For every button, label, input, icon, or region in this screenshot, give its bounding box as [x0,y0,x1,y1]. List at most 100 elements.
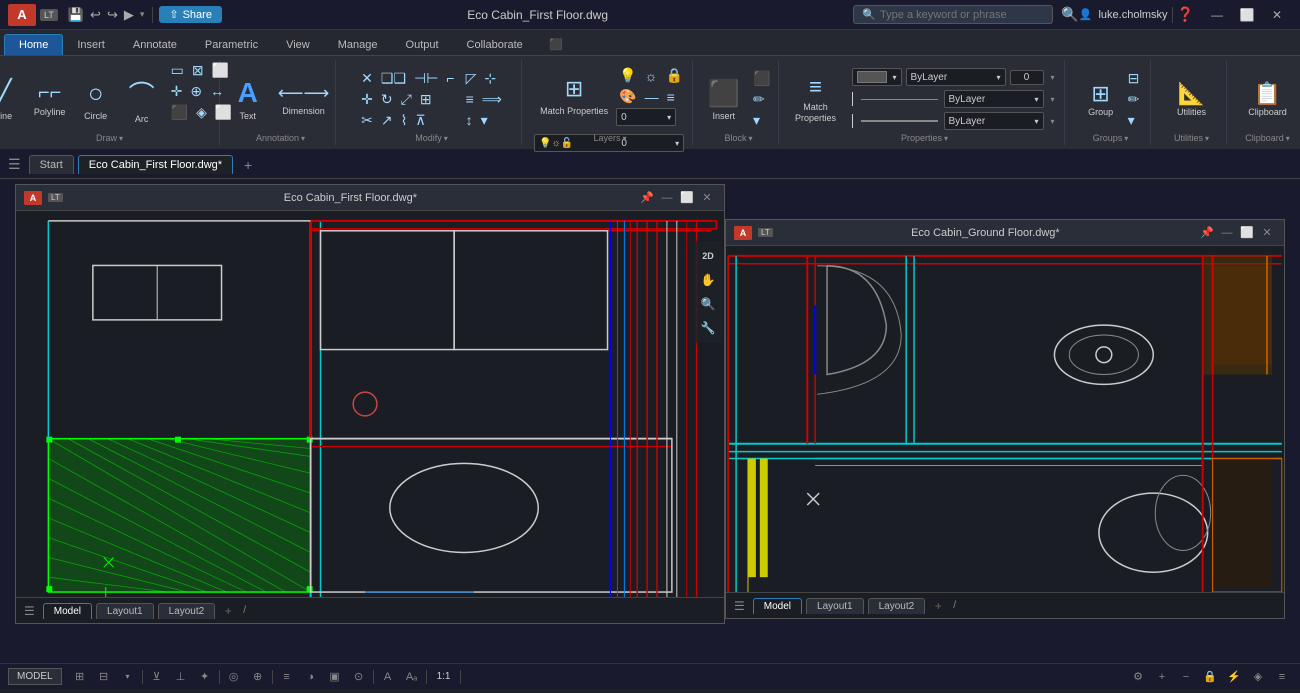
first-floor-restore-button[interactable]: ⬜ [678,189,696,207]
layers-label-btn[interactable]: Layers [593,133,626,143]
modify-9[interactable]: ✂ [358,111,376,130]
annotation-scale-icon[interactable]: A [378,668,398,686]
ground-floor-layout2-tab[interactable]: Layout2 [868,598,926,614]
modify-16[interactable]: ⟹ [479,90,505,109]
region-tool[interactable]: ◈ [193,103,210,122]
match-properties-tool[interactable]: ≡ Match Properties [788,62,844,136]
block-group-label[interactable]: Block [724,133,752,143]
color-select[interactable]: ▾ [852,68,902,86]
modify-3[interactable]: ⊣⊢ [411,69,441,88]
search-expand-icon[interactable]: 🔍 [1061,6,1078,23]
first-floor-canvas[interactable]: 2D ✋ 🔍 🔧 [16,211,724,597]
qa-dropdown[interactable]: ▾ [138,8,147,21]
modify-5[interactable]: ✛ [358,90,376,109]
layer-linetype[interactable]: — [642,88,662,106]
share-button[interactable]: ⇧ Share [159,6,222,23]
bylayer-color-select[interactable]: ByLayer ▾ [906,68,1006,86]
tab-extra[interactable]: ⬛ [541,33,571,55]
modify-2[interactable]: ❑❑ [378,69,409,88]
boundary-tool[interactable]: ⬛ [168,103,191,122]
zoom-out-icon[interactable]: − [1176,668,1196,686]
modify-7[interactable]: ⤢ [398,90,415,109]
ground-floor-layout1-tab[interactable]: Layout1 [806,598,864,614]
modify-dropdown[interactable]: ▾ [478,111,491,130]
circle-tool[interactable]: ○ Circle [74,62,118,136]
properties-label-btn[interactable]: Properties [901,133,948,143]
first-floor-close-button[interactable]: ✕ [698,189,716,207]
modify-17[interactable]: ↕ [463,111,476,129]
tab-manage[interactable]: Manage [324,35,392,55]
create-block[interactable]: ⬛ [750,69,775,88]
group-edit[interactable]: ✏ [1125,90,1143,109]
copy-tool[interactable]: ⊕ [187,82,205,101]
layer-properties-tool[interactable]: ⊞ Match Properties [534,62,614,130]
move-tool[interactable]: ✛ [168,82,186,101]
modify-6[interactable]: ↻ [378,90,396,109]
first-floor-layout1-tab[interactable]: Layout1 [96,603,154,619]
layer-on-off[interactable]: 💡 [616,66,639,85]
utilities-label-btn[interactable]: Utilities [1174,133,1209,143]
close-button[interactable]: ✕ [1262,4,1292,26]
block-more[interactable]: ▾ [750,111,775,130]
rectangle-tool[interactable]: ▭ [168,61,187,80]
bylayer-lineweight-select[interactable]: ByLayer ▾ [944,112,1044,130]
nav-menu-button[interactable]: ☰ [8,156,21,173]
layer-freeze[interactable]: ☼ [642,67,661,85]
dimension-tool[interactable]: ⟵⟶ Dimension [272,62,336,136]
grid-dropdown[interactable]: ▾ [118,668,138,686]
utilities-group-label[interactable]: Utilities [1174,133,1209,143]
modify-15[interactable]: ≡ [463,90,477,108]
save-button[interactable]: 💾 [66,6,86,24]
isolate-icon[interactable]: ◈ [1248,668,1268,686]
ground-floor-close-button[interactable]: ✕ [1258,224,1276,242]
grid-icon-1[interactable]: ⊞ [70,668,90,686]
first-floor-pin-button[interactable]: 📌 [638,189,656,207]
modify-11[interactable]: ⌇ [398,111,411,130]
model-indicator[interactable]: MODEL [8,668,62,685]
ground-floor-tab-menu[interactable]: ☰ [734,599,745,613]
text-tool[interactable]: A Text [226,62,270,136]
modify-10[interactable]: ↗ [378,111,396,130]
clipboard-label-btn[interactable]: Clipboard [1245,133,1290,143]
ortho-icon[interactable]: ⊥ [171,668,191,686]
layer-number-select[interactable]: 0 ▾ [616,108,676,126]
group-tool[interactable]: ⊞ Group [1079,62,1123,136]
first-floor-minimize-button[interactable]: — [658,189,676,207]
tab-start[interactable]: Start [29,155,74,174]
tab-parametric[interactable]: Parametric [191,35,272,55]
lock-ui-icon[interactable]: 🔒 [1200,668,1220,686]
line-tool[interactable]: ╱ Line [0,62,26,136]
first-floor-layout2-tab[interactable]: Layout2 [158,603,216,619]
ground-floor-pin-button[interactable]: 📌 [1198,224,1216,242]
ground-floor-minimize-button[interactable]: — [1218,224,1236,242]
props-panel-icon[interactable]: ≡ [1272,668,1292,686]
otrack-icon[interactable]: ⊕ [248,668,268,686]
undo-button[interactable]: ↩ [88,6,103,24]
modify-8[interactable]: ⊞ [417,90,435,109]
restore-button[interactable]: ⬜ [1232,4,1262,26]
modify-1[interactable]: ✕ [358,69,376,88]
nav-tools-btn[interactable]: 🔧 [697,317,719,339]
first-floor-model-tab[interactable]: Model [43,603,92,619]
tab-collaborate[interactable]: Collaborate [453,35,537,55]
tab-output[interactable]: Output [392,35,453,55]
clipboard-tool[interactable]: 📋 Clipboard [1242,62,1293,136]
annotation-label-btn[interactable]: Annotation [256,133,305,143]
modify-12[interactable]: ⊼ [412,111,428,130]
osnap-icon[interactable]: ◎ [224,668,244,686]
ground-floor-canvas[interactable] [726,246,1284,592]
edit-block[interactable]: ✏ [750,90,775,109]
minimize-button[interactable]: — [1202,4,1232,26]
clipboard-group-label[interactable]: Clipboard [1245,133,1290,143]
lineweight-dropdown-btn[interactable]: ▾ [1048,116,1058,127]
layer-lineweight[interactable]: ≡ [664,88,678,106]
snap-icon[interactable]: ⊻ [147,668,167,686]
zoom-in-icon[interactable]: + [1152,668,1172,686]
first-floor-add-tab[interactable]: + [219,602,237,620]
annotation-group-label[interactable]: Annotation [256,133,305,143]
ground-floor-model-tab[interactable]: Model [753,598,802,614]
print-button[interactable]: ▶ [122,6,136,24]
modify-4[interactable]: ⌐ [443,69,457,87]
color-dropdown-btn[interactable]: ▾ [1048,72,1058,83]
lineweight-status-icon[interactable]: ≡ [277,668,297,686]
